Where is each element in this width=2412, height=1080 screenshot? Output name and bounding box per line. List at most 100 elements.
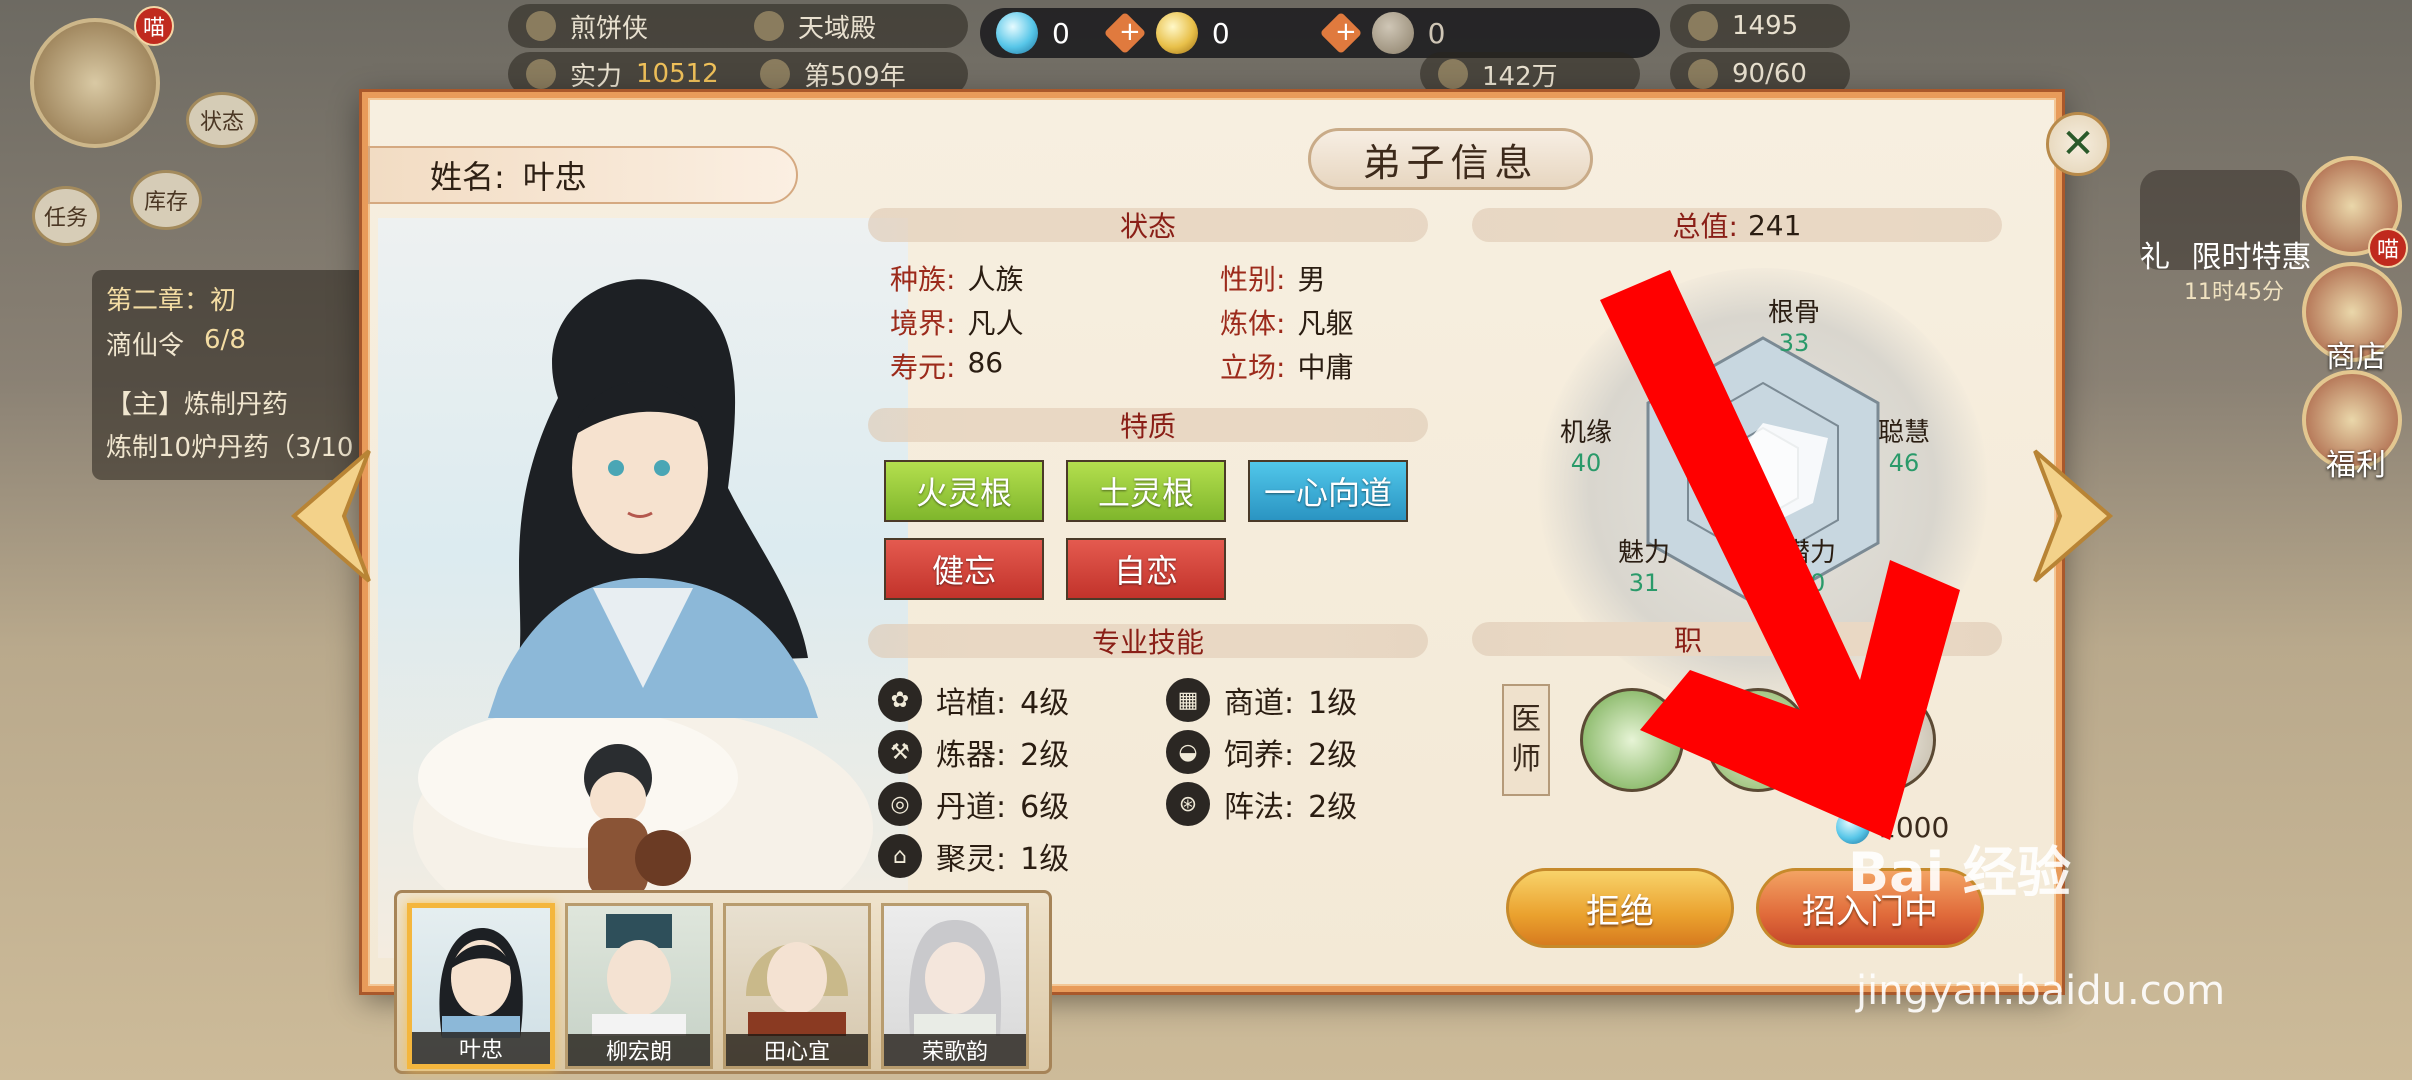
currency-bar: 0 0 0 [980,8,1660,58]
abacus-icon: ▦ [1166,678,1210,722]
watermark-url: jingyan.baidu.com [1856,968,2226,1014]
trait-earth-root[interactable]: 土灵根 [1066,460,1226,522]
hall-icon [754,11,784,41]
sale-label: 限时特惠 [2191,240,2312,275]
previous-disciple-arrow[interactable] [284,446,374,586]
watermark-logo: Bai 经验 [1848,841,2071,904]
player-name: 煎饼侠 [570,13,649,44]
hammer-icon: ⚒ [878,730,922,774]
gift-label: 礼 [2140,240,2170,275]
gender-value: 男 [1297,263,1326,296]
disciple-count-icon [1688,59,1718,89]
lifespan-row: 寿元: 86 [890,346,1003,386]
name-label: 姓名: [430,158,505,196]
roster-name-1: 叶忠 [412,1032,550,1064]
resource-1-value: 1495 [1732,11,1799,41]
resource-2-value: 142万 [1482,61,1558,92]
add-spirit-stone-button[interactable] [1103,11,1147,55]
sale-timer: 11时45分 [2184,280,2284,305]
race-row: 种族: 人族 [890,258,1023,298]
hud-player-name-bar: 煎饼侠 天域殿 [508,4,968,48]
skill-commerce: ▦ 商道: 1级 [1166,678,1357,722]
swirl-icon: ◎ [878,782,922,826]
trait-forgetful[interactable]: 健忘 [884,538,1044,600]
gold-icon [1155,12,1198,54]
status-header: 状态 [868,208,1428,243]
status-button[interactable]: 状态 [186,92,258,148]
roster-portrait-1 [439,928,523,1038]
disciple-name: 叶忠 [522,158,587,196]
total-label: 总值: [1672,210,1738,243]
spirit-stone-count: 0 [1052,16,1070,50]
stance-value: 中庸 [1297,351,1354,384]
water-drop-icon [1438,59,1468,89]
calendar-icon [760,59,791,89]
race-key: 种族: [890,263,956,296]
welfare-button[interactable]: 福利 [2302,370,2402,483]
name-banner: 姓名: 叶忠 [368,146,798,204]
gender-key: 性别: [1220,263,1286,296]
gold-count: 0 [1211,16,1230,50]
cauldron-icon: ⌂ [878,834,922,878]
skill-cultivation: ✿ 培植: 4级 [878,678,1069,722]
realm-value: 凡人 [967,307,1024,340]
roster-portrait-3 [746,942,848,1036]
traits-header: 特质 [868,408,1428,443]
total-header: 总值: 241 [1472,208,2002,243]
trait-narcissist[interactable]: 自恋 [1066,538,1226,600]
body-row: 炼体: 凡躯 [1220,302,1353,342]
limited-sale-button[interactable]: 礼 限时特惠 11时45分 [2140,170,2312,305]
add-gold-button[interactable] [1319,11,1362,55]
roster-portrait-4 [908,920,1002,1036]
total-value: 241 [1747,208,1802,242]
trait-fire-root[interactable]: 火灵根 [884,460,1044,522]
sprout-icon: ✿ [878,678,922,722]
realm-row: 境界: 凡人 [890,302,1023,342]
skill-alchemy: ◎ 丹道: 6级 [878,782,1069,826]
array-icon: ⊛ [1166,782,1210,826]
lifespan-key: 寿元: [890,351,956,384]
next-disciple-arrow[interactable] [2030,446,2120,586]
stance-row: 立场: 中庸 [1220,346,1353,386]
chapter-label: 第二章：初 [106,286,237,316]
storage-button[interactable]: 库存 [130,170,202,230]
disciple-portrait [413,279,873,948]
resource-1-bar: 1495 [1670,4,1850,48]
roster-card-4[interactable]: 荣歌韵 [881,903,1029,1069]
dialog-title: 弟子信息 [1308,128,1593,190]
roster-card-2[interactable]: 柳宏朗 [565,903,713,1069]
gender-row: 性别: 男 [1220,258,1325,298]
lifespan-value: 86 [967,346,1004,379]
close-dialog-button[interactable]: ✕ [2046,112,2110,176]
career-doctor-badge: 医 师 [1502,684,1550,796]
trait-devoted[interactable]: 一心向道 [1248,460,1408,522]
herb-icon [1688,11,1718,41]
power-value: 10512 [636,59,719,89]
skill-spirit-gathering: ⌂ 聚灵: 1级 [878,834,1069,878]
roster-card-1[interactable]: 叶忠 [407,903,555,1069]
resource-3-bar: 90/60 [1670,52,1850,96]
token-label: 滴仙令 [106,331,185,361]
shop-notice-badge: 喵 [2368,228,2408,268]
body-value: 凡躯 [1297,307,1354,340]
year-label: 第509年 [804,61,906,92]
roster-name-4: 荣歌韵 [884,1034,1026,1066]
person-icon [526,11,556,41]
chapter-progress: 6/8 [204,325,246,355]
skills-header: 专业技能 [868,624,1428,659]
notice-badge: 喵 [134,6,174,46]
fish-icon: ◒ [1166,730,1210,774]
race-value: 人族 [967,263,1024,296]
roster-card-3[interactable]: 田心宜 [723,903,871,1069]
power-label: 实力 [570,61,623,92]
resource-3-value: 90/60 [1732,59,1807,89]
body-key: 炼体: [1220,307,1286,340]
roster-name-3: 田心宜 [726,1034,868,1066]
token-icon [1371,12,1414,54]
portrait-area [378,218,908,958]
reject-button[interactable]: 拒绝 [1506,868,1734,948]
task-button[interactable]: 任务 [32,186,100,246]
shop-button[interactable]: 商店 [2302,262,2402,375]
skill-husbandry: ◒ 饲养: 2级 [1166,730,1357,774]
token-count: 0 [1427,16,1446,50]
